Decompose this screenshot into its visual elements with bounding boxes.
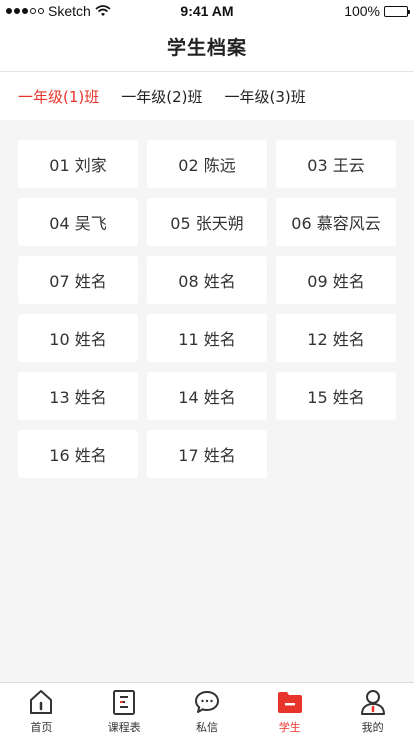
student-cell[interactable]: 13 姓名 [18, 372, 138, 420]
tab-bar-item-4[interactable]: 学生 [248, 683, 331, 736]
student-cell[interactable]: 07 姓名 [18, 256, 138, 304]
tab-bar-label: 课程表 [107, 721, 141, 734]
student-grid: 01 刘家 02 陈远 03 王云 04 吴飞 05 张天朔 06 慕容风云 07 姓名 08… [18, 140, 396, 478]
student-cell[interactable]: 03 王云 [276, 140, 396, 188]
student-folder-icon [277, 692, 302, 713]
schedule-icon [113, 690, 136, 715]
tab-bar-label: 首页 [30, 721, 53, 734]
tab-bar-label: 私信 [195, 721, 218, 734]
student-cell[interactable]: 01 刘家 [18, 140, 138, 188]
status-bar: Sketch 9:41 AM 100% [0, 0, 414, 22]
student-cell[interactable]: 17 姓名 [147, 430, 267, 478]
student-cell[interactable]: 04 吴飞 [18, 198, 138, 246]
class-tabs: 一年级(1)班 一年级(2)班 一年级(3)班 [0, 72, 414, 120]
class-tab-2[interactable]: 一年级(2)班 [121, 86, 202, 107]
tab-bar-label: 我的 [361, 721, 384, 734]
class-tab-3[interactable]: 一年级(3)班 [225, 86, 306, 107]
bottom-tab-bar: 首页 课程表 私信 学生 我的 [0, 682, 414, 736]
profile-icon [360, 690, 385, 715]
student-cell[interactable]: 12 姓名 [276, 314, 396, 362]
student-cell[interactable]: 08 姓名 [147, 256, 267, 304]
student-cell[interactable]: 11 姓名 [147, 314, 267, 362]
battery-icon [384, 5, 410, 17]
student-cell[interactable]: 16 姓名 [18, 430, 138, 478]
student-cell[interactable]: 10 姓名 [18, 314, 138, 362]
tab-bar-item-5[interactable]: 我的 [331, 683, 414, 736]
student-cell[interactable]: 14 姓名 [147, 372, 267, 420]
tab-bar-label: 学生 [278, 721, 301, 734]
student-cell[interactable]: 05 张天朔 [147, 198, 267, 246]
student-cell[interactable]: 02 陈远 [147, 140, 267, 188]
status-right: 100% [344, 3, 410, 19]
tab-bar-item-2[interactable]: 课程表 [83, 683, 166, 736]
tab-bar-item-1[interactable]: 首页 [0, 683, 83, 736]
student-cell[interactable]: 09 姓名 [276, 256, 396, 304]
navigation-bar: 学生档案 [0, 22, 414, 72]
battery-percent: 100% [344, 3, 380, 19]
message-icon [194, 691, 219, 713]
page-title: 学生档案 [166, 37, 247, 59]
class-tab-1[interactable]: 一年级(1)班 [18, 86, 99, 107]
home-icon [30, 690, 53, 714]
student-cell[interactable]: 06 慕容风云 [276, 198, 396, 246]
tab-bar-item-3[interactable]: 私信 [166, 683, 249, 736]
student-cell[interactable]: 15 姓名 [276, 372, 396, 420]
